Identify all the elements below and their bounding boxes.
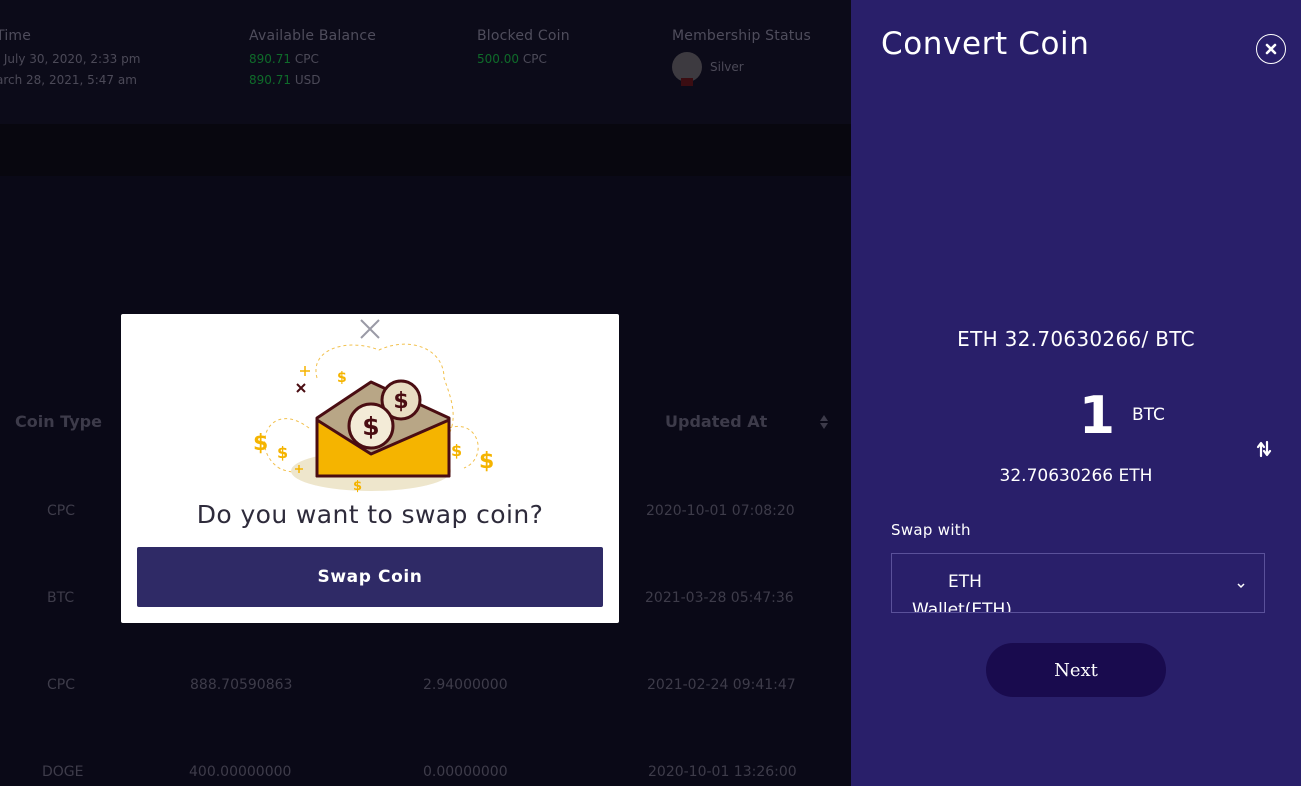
sort-icon[interactable] [820, 415, 828, 431]
money-envelope-icon: $ $ $ $ $ $ $ $ [239, 338, 503, 498]
svg-text:$: $ [479, 449, 494, 474]
panel-title: Convert Coin [881, 26, 1090, 62]
table-cell-amount: 2.94000000 [423, 677, 508, 693]
table-cell-updated: 2020-10-01 13:26:00 [648, 764, 797, 780]
silver-badge-icon [672, 52, 702, 86]
amount-unit: BTC [1132, 405, 1165, 425]
exchange-rate: ETH 32.70630266/ BTC [957, 327, 1195, 351]
time-line-2: arch 28, 2021, 5:47 am [0, 73, 137, 87]
membership-info: Membership Status Silver [672, 28, 811, 86]
modal-question: Do you want to swap coin? [196, 500, 544, 529]
table-cell-coin: CPC [47, 503, 75, 519]
converted-amount: 32.70630266 ETH [999, 466, 1153, 486]
time-label: Time [0, 28, 32, 44]
table-cell-coin: DOGE [42, 764, 84, 780]
balance-info: Available Balance 890.71 CPC 890.71 USD [249, 28, 377, 87]
time-line-1: : July 30, 2020, 2:33 pm [0, 52, 141, 66]
svg-text:$: $ [393, 389, 408, 414]
blocked-info: Blocked Coin 500.00 CPC [477, 28, 570, 66]
svg-text:$: $ [337, 370, 347, 386]
svg-text:$: $ [277, 443, 288, 462]
balance-line-cpc: 890.71 CPC [249, 52, 319, 66]
table-cell-updated: 2020-10-01 07:08:20 [646, 503, 795, 519]
swap-direction-icon[interactable] [1255, 438, 1273, 460]
blocked-value: 500.00 CPC [477, 52, 547, 66]
svg-text:$: $ [362, 412, 379, 441]
table-cell-amount: 400.00000000 [189, 764, 292, 780]
membership-label: Membership Status [672, 28, 811, 44]
time-info: Time : July 30, 2020, 2:33 pm arch 28, 2… [0, 28, 141, 87]
table-cell-amount: 0.00000000 [423, 764, 508, 780]
account-info-bar: Time : July 30, 2020, 2:33 pm arch 28, 2… [0, 0, 851, 124]
swap-wallet-select[interactable]: ETH Wallet(ETH) [891, 553, 1265, 613]
header-coin-type[interactable]: Coin Type [15, 412, 102, 431]
balance-line-usd: 890.71 USD [249, 73, 321, 87]
svg-text:$: $ [353, 479, 362, 494]
toolbar-strip [0, 124, 851, 176]
balance-label: Available Balance [249, 28, 377, 44]
table-cell-amount: 888.70590863 [190, 677, 293, 693]
close-icon[interactable] [1256, 34, 1286, 64]
svg-text:$: $ [451, 441, 462, 460]
close-icon[interactable] [359, 318, 381, 340]
membership-value: Silver [710, 60, 744, 74]
select-option-wallet: Wallet(ETH) [912, 600, 1012, 613]
table-cell-updated: 2021-02-24 09:41:47 [647, 677, 796, 693]
blocked-label: Blocked Coin [477, 28, 570, 44]
next-button[interactable]: Next [986, 643, 1166, 697]
swap-with-label: Swap with [891, 521, 971, 539]
swap-coin-button[interactable]: Swap Coin [137, 547, 603, 607]
svg-text:$: $ [253, 431, 268, 456]
amount-input[interactable] [1071, 384, 1115, 448]
swap-confirm-modal: $ $ $ $ $ $ $ $ Do you want to swap coin… [121, 314, 619, 623]
table-cell-coin: BTC [47, 590, 75, 606]
convert-coin-panel: Convert Coin ETH 32.70630266/ BTC BTC 32… [851, 0, 1301, 786]
table-cell-updated: 2021-03-28 05:47:36 [645, 590, 794, 606]
chevron-down-icon [1236, 576, 1246, 589]
select-option-coin: ETH [948, 572, 982, 592]
header-updated-at[interactable]: Updated At [665, 412, 767, 431]
table-cell-coin: CPC [47, 677, 75, 693]
